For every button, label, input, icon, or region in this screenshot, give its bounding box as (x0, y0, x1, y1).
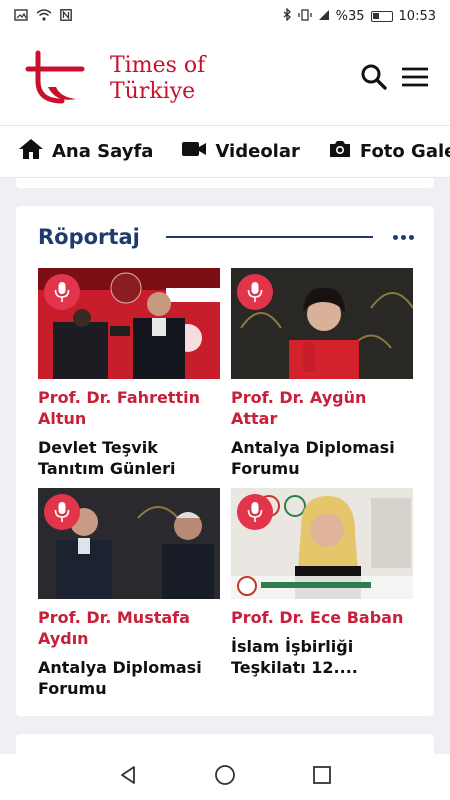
nav-item-home[interactable]: Ana Sayfa (18, 138, 153, 165)
logo-icon[interactable] (22, 43, 92, 115)
previous-card-bottom (16, 178, 434, 188)
app-header: Times of Türkiye (0, 32, 450, 126)
wifi-icon (36, 8, 52, 24)
system-navigation-bar (0, 754, 450, 800)
nav-item-videos[interactable]: Videolar (181, 140, 300, 163)
recents-icon[interactable] (312, 765, 332, 789)
microphone-icon (237, 494, 273, 530)
more-options-icon[interactable] (393, 234, 414, 240)
menu-icon[interactable] (401, 66, 429, 92)
section-header: Röportaj (38, 224, 414, 250)
interviewee-name[interactable]: Prof. Dr. Ece Baban (231, 607, 413, 628)
interview-card[interactable]: Prof. Dr. Fahrettin Altun Devlet Teşvik … (38, 268, 220, 479)
nfc-icon (60, 8, 72, 24)
brand-name[interactable]: Times of Türkiye (110, 53, 205, 105)
vibrate-icon (297, 8, 312, 24)
nav-item-label: Foto Galeri (359, 141, 450, 162)
battery-icon (370, 10, 393, 22)
brand-line1: Times of (110, 52, 206, 78)
signal-icon (318, 9, 330, 24)
nav-item-photo-gallery[interactable]: Foto Galeri (328, 139, 450, 164)
microphone-icon (44, 274, 80, 310)
photo-camera-icon (328, 139, 352, 164)
status-bar: %35 10:53 (0, 0, 450, 32)
brand-line2: Türkiye (110, 78, 196, 104)
microphone-icon (44, 494, 80, 530)
image-notification-icon (14, 8, 28, 24)
interview-card[interactable]: Prof. Dr. Ece Baban İslam İşbirliği Teşk… (231, 488, 413, 678)
home-button-icon[interactable] (214, 764, 236, 790)
interview-thumbnail[interactable] (38, 488, 220, 599)
category-nav: Ana Sayfa Videolar Foto Galeri (0, 126, 450, 178)
back-icon[interactable] (118, 765, 138, 789)
interview-title[interactable]: Antalya Diplomasi Forumu (231, 437, 413, 479)
interview-thumbnail[interactable] (38, 268, 220, 379)
bluetooth-icon (283, 7, 292, 24)
interview-thumbnail[interactable] (231, 488, 413, 599)
microphone-icon (237, 274, 273, 310)
interviewee-name[interactable]: Prof. Dr. Fahrettin Altun (38, 387, 220, 429)
battery-percent: %35 (335, 8, 365, 24)
interview-thumbnail[interactable] (231, 268, 413, 379)
search-icon[interactable] (360, 63, 388, 95)
interview-title[interactable]: Antalya Diplomasi Forumu (38, 657, 220, 699)
interview-title[interactable]: İslam İşbirliği Teşkilatı 12.... (231, 636, 413, 678)
nav-item-label: Ana Sayfa (52, 141, 154, 162)
interviewee-name[interactable]: Prof. Dr. Aygün Attar (231, 387, 413, 429)
video-camera-icon (181, 140, 207, 163)
home-icon (18, 138, 44, 165)
interview-card[interactable]: Prof. Dr. Mustafa Aydın Antalya Diplomas… (38, 488, 220, 699)
section-title[interactable]: Röportaj (38, 225, 140, 249)
section-divider (165, 236, 373, 238)
interview-section: Röportaj Prof. Dr. Fahrettin Altun Devle… (16, 206, 434, 716)
nav-item-label: Videolar (215, 141, 300, 162)
interview-title[interactable]: Devlet Teşvik Tanıtım Günleri (38, 437, 220, 479)
interview-card[interactable]: Prof. Dr. Aygün Attar Antalya Diplomasi … (231, 268, 413, 479)
interviewee-name[interactable]: Prof. Dr. Mustafa Aydın (38, 607, 220, 649)
clock: 10:53 (398, 8, 436, 24)
